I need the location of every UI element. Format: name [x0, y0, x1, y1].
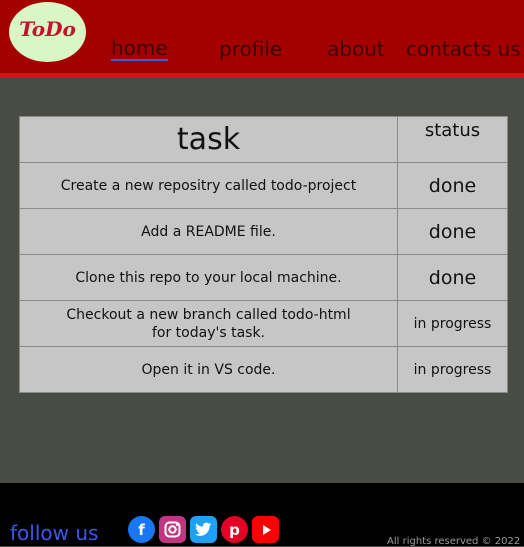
table-row: Add a README file. done	[19, 208, 508, 255]
copyright-text: All rights reserved © 2022	[387, 536, 521, 547]
nav-profile[interactable]: profile	[219, 37, 282, 61]
task-cell: Open it in VS code.	[19, 346, 398, 393]
nav-about[interactable]: about	[327, 37, 385, 61]
instagram-icon[interactable]	[159, 516, 186, 543]
site-header: ToDo home profile about contacts us	[0, 0, 524, 77]
status-cell: in progress	[397, 300, 508, 347]
status-cell: done	[397, 208, 508, 255]
task-cell: Add a README file.	[19, 208, 398, 255]
table-row: Open it in VS code. in progress	[19, 346, 508, 393]
pinterest-icon[interactable]: p	[221, 516, 248, 543]
follow-us-label: follow us	[10, 521, 99, 545]
table-row: Checkout a new branch called todo-html f…	[19, 300, 508, 347]
task-cell: Checkout a new branch called todo-html f…	[19, 300, 398, 347]
status-column-header: status	[397, 116, 508, 163]
task-cell: Clone this repo to your local machine.	[19, 254, 398, 301]
table-row: Create a new repositry called todo-proje…	[19, 162, 508, 209]
status-cell: done	[397, 162, 508, 209]
facebook-icon[interactable]: f	[128, 516, 155, 543]
logo[interactable]: ToDo	[9, 2, 86, 62]
status-cell: done	[397, 254, 508, 301]
task-table: task status Create a new repositry calle…	[19, 116, 508, 393]
nav-home[interactable]: home	[111, 37, 168, 61]
table-row: Clone this repo to your local machine. d…	[19, 254, 508, 301]
twitter-icon[interactable]	[190, 516, 217, 543]
status-cell: in progress	[397, 346, 508, 393]
logo-text: ToDo	[19, 17, 76, 41]
youtube-icon[interactable]	[252, 516, 279, 543]
nav-contacts[interactable]: contacts us	[406, 37, 521, 61]
site-footer: follow us f p All rights reserved © 2022	[0, 483, 524, 547]
task-cell: Create a new repositry called todo-proje…	[19, 162, 398, 209]
table-header-row: task status	[19, 116, 508, 163]
task-column-header: task	[19, 116, 398, 163]
